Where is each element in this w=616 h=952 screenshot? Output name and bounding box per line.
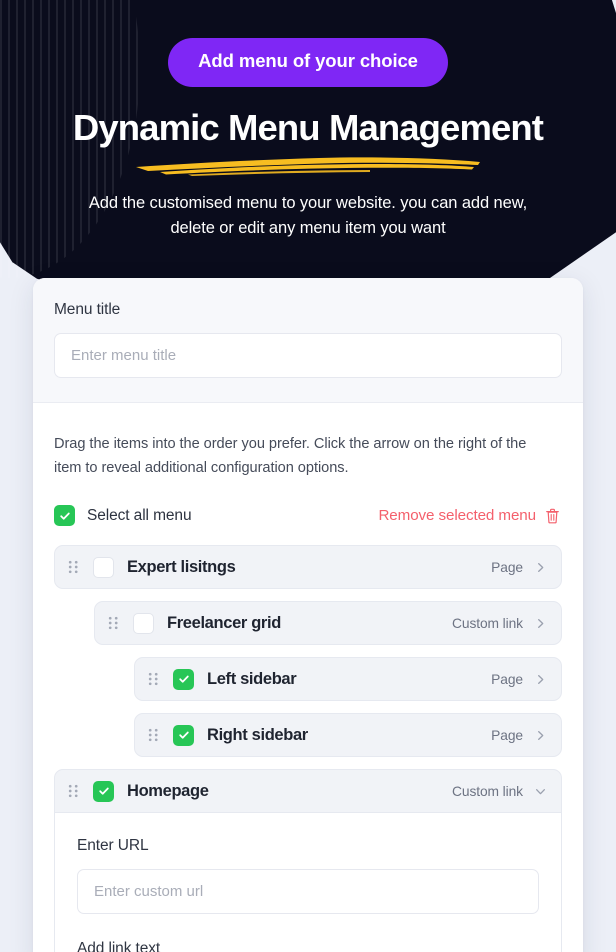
menu-row-label: Right sidebar — [207, 725, 308, 744]
remove-selected-menu-button[interactable]: Remove selected menu — [378, 507, 560, 524]
menu-row-label: Left sidebar — [207, 669, 297, 688]
chevron-right-icon[interactable] — [535, 562, 546, 573]
chevron-right-icon[interactable] — [535, 674, 546, 685]
drag-handle-icon[interactable] — [148, 727, 159, 743]
drag-handle-icon[interactable] — [68, 783, 79, 799]
drag-handle-icon[interactable] — [108, 615, 119, 631]
menu-row-type: Custom link — [452, 783, 523, 799]
menu-row-left-sidebar[interactable]: Left sidebar Page — [134, 657, 562, 702]
menu-row-checkbox[interactable] — [173, 668, 194, 690]
trash-icon — [546, 508, 559, 524]
custom-url-input[interactable] — [77, 869, 539, 915]
menu-row-label: Expert lisitngs — [127, 557, 236, 576]
menu-row-homepage[interactable]: Homepage Custom link — [54, 769, 562, 814]
hero-banner: Add menu of your choice Dynamic Menu Man… — [0, 0, 616, 292]
select-all-checkbox[interactable] — [54, 505, 75, 527]
select-all-menu-label: Select all menu — [87, 506, 192, 524]
menu-builder-section: Drag the items into the order you prefer… — [33, 403, 583, 952]
add-link-text-label: Add link text — [77, 940, 161, 952]
chevron-right-icon[interactable] — [535, 730, 546, 741]
menu-items-list: Expert lisitngs Page Freelancer grid Cus… — [54, 545, 562, 952]
menu-row-type: Page — [491, 559, 523, 575]
hero-subtitle: Add the customised menu to your website.… — [88, 193, 528, 237]
menu-row-checkbox[interactable] — [93, 780, 114, 802]
homepage-config-panel: Enter URL Add link text — [54, 813, 562, 952]
hero-content: Add menu of your choice Dynamic Menu Man… — [0, 0, 616, 241]
chevron-down-icon[interactable] — [535, 786, 546, 797]
menu-row-right-sidebar[interactable]: Right sidebar Page — [134, 713, 562, 758]
brush-underline-icon — [136, 157, 480, 176]
drag-handle-icon[interactable] — [68, 559, 79, 575]
menu-title-section: Menu title — [33, 278, 583, 403]
menu-row-type: Page — [491, 671, 523, 687]
chevron-right-icon[interactable] — [535, 618, 546, 629]
menu-row-checkbox[interactable] — [93, 556, 114, 578]
page-title: Dynamic Menu Management — [72, 106, 544, 148]
menu-management-card: Menu title Drag the items into the order… — [33, 278, 583, 952]
menu-toolbar: Select all menu Remove selected menu — [54, 505, 562, 527]
drag-handle-icon[interactable] — [148, 671, 159, 687]
menu-row-type: Custom link — [452, 615, 523, 631]
menu-row-label: Homepage — [127, 781, 209, 800]
menu-row-label: Freelancer grid — [167, 613, 281, 632]
menu-title-label: Menu title — [54, 301, 121, 318]
remove-selected-menu-label: Remove selected menu — [378, 507, 536, 525]
menu-row-checkbox[interactable] — [173, 724, 194, 746]
menu-row-expert-lisitngs[interactable]: Expert lisitngs Page — [54, 545, 562, 590]
menu-row-freelancer-grid[interactable]: Freelancer grid Custom link — [94, 601, 562, 646]
builder-hint-text: Drag the items into the order you prefer… — [54, 436, 527, 476]
menu-title-input[interactable] — [54, 333, 562, 378]
menu-row-type: Page — [491, 727, 523, 743]
select-all-menu-control[interactable]: Select all menu — [54, 505, 192, 527]
menu-row-checkbox[interactable] — [133, 612, 154, 634]
add-menu-button[interactable]: Add menu of your choice — [168, 38, 448, 87]
enter-url-label: Enter URL — [77, 837, 149, 855]
